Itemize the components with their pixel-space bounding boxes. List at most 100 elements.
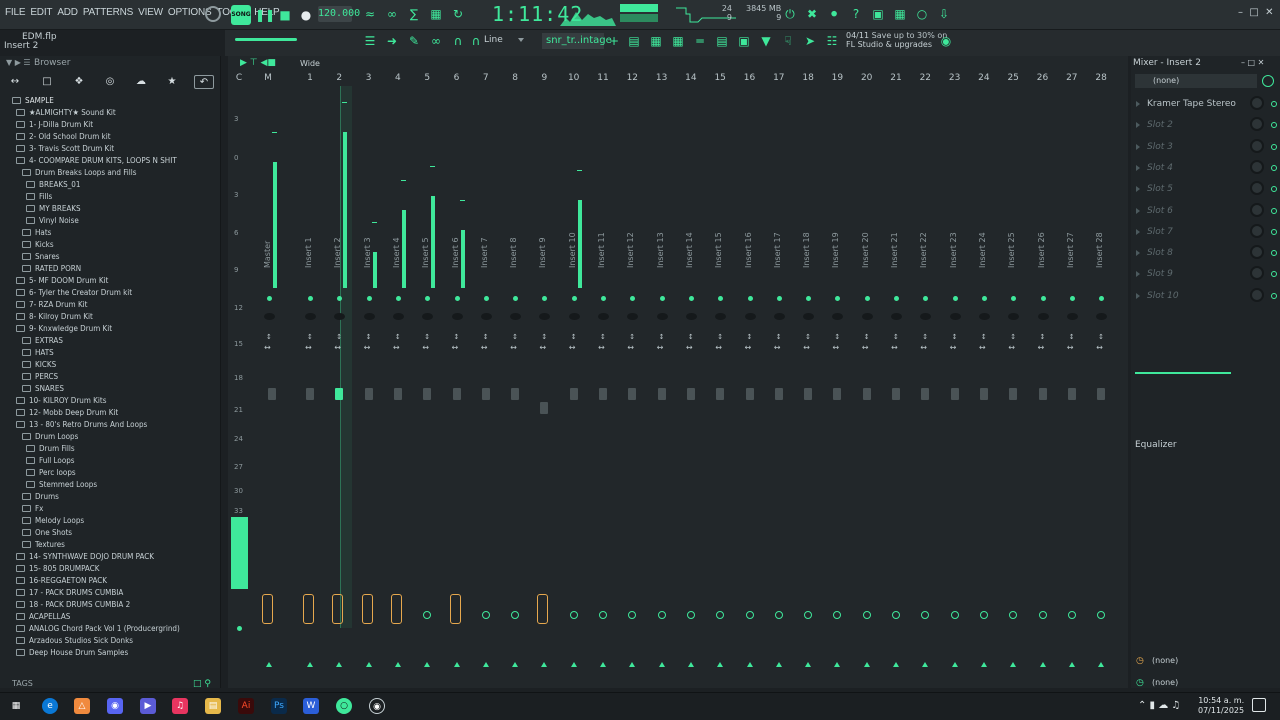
- windows-start-icon[interactable]: ▦: [8, 698, 24, 714]
- column-number[interactable]: 3: [361, 73, 377, 83]
- send-arrow-icon[interactable]: [834, 662, 841, 667]
- track-label[interactable]: Insert 28: [1095, 232, 1104, 268]
- output-bottom-select[interactable]: (none): [1152, 678, 1178, 687]
- phase-icon[interactable]: ↔: [510, 343, 517, 352]
- browser-item[interactable]: Drum Loops: [22, 431, 78, 443]
- column-number[interactable]: 12: [624, 73, 640, 83]
- menu-view[interactable]: VIEW: [138, 7, 163, 18]
- stereo-sep-icon[interactable]: ↕: [600, 333, 606, 341]
- channel-rack-icon[interactable]: ▦: [648, 33, 664, 49]
- volume-fader[interactable]: [481, 388, 490, 400]
- volume-fader[interactable]: [979, 388, 988, 400]
- pan-knob[interactable]: [744, 313, 756, 320]
- route-button[interactable]: [481, 611, 490, 619]
- track-label[interactable]: Insert 6: [451, 237, 460, 268]
- pan-knob[interactable]: [861, 313, 873, 320]
- send-arrow-icon[interactable]: [307, 662, 313, 667]
- column-number[interactable]: 7: [478, 73, 494, 83]
- pan-knob[interactable]: [598, 313, 609, 320]
- browser-item[interactable]: EXTRAS: [22, 335, 63, 347]
- menu-patterns[interactable]: PATTERNS: [83, 7, 133, 18]
- stereo-sep-icon[interactable]: ↕: [834, 333, 840, 341]
- column-number[interactable]: 10: [566, 73, 582, 83]
- track-label[interactable]: Insert 21: [890, 232, 899, 268]
- slot-enable-led[interactable]: [1271, 122, 1277, 129]
- stereo-sep-icon[interactable]: ↕: [454, 333, 460, 341]
- plugin-picker-icon[interactable]: ▼: [758, 33, 774, 49]
- phase-icon[interactable]: ↔: [364, 343, 371, 352]
- output-clock-icon[interactable]: ◷: [1136, 656, 1144, 666]
- browser-item[interactable]: Drum Fills: [26, 443, 75, 455]
- track-enable-led[interactable]: [747, 296, 753, 301]
- discord-icon[interactable]: ◉: [107, 698, 123, 714]
- fx-enable-button[interactable]: [332, 594, 344, 624]
- stereo-sep-icon[interactable]: ↕: [776, 333, 782, 341]
- route-button[interactable]: [657, 611, 666, 619]
- mixer-view-mode[interactable]: Wide: [300, 59, 320, 68]
- fx-enable-button[interactable]: [262, 594, 273, 624]
- send-arrow-icon[interactable]: [775, 662, 782, 667]
- slot-mix-knob[interactable]: [1250, 245, 1264, 260]
- browser-item[interactable]: 1- J-Dilla Drum Kit: [16, 119, 93, 131]
- phase-icon[interactable]: ↔: [452, 343, 459, 352]
- pan-knob[interactable]: [480, 313, 492, 320]
- track-label[interactable]: Insert 18: [802, 232, 811, 268]
- track-enable-led[interactable]: [366, 296, 372, 301]
- fl-logo-icon[interactable]: ◉: [938, 33, 954, 49]
- column-number[interactable]: 13: [654, 73, 670, 83]
- disk-icon[interactable]: ◎: [103, 75, 117, 89]
- stereo-sep-icon[interactable]: ↕: [659, 333, 665, 341]
- column-number[interactable]: M: [260, 73, 276, 83]
- phase-icon[interactable]: ↔: [862, 343, 869, 352]
- fx-enable-button[interactable]: [361, 594, 373, 624]
- music-icon[interactable]: ♫: [172, 698, 188, 714]
- track-label[interactable]: Insert 25: [1007, 232, 1016, 268]
- track-enable-led[interactable]: [395, 296, 401, 301]
- pan-knob[interactable]: [803, 313, 815, 320]
- system-tray-icons[interactable]: ⌃ ▮ ☁ ♫: [1138, 700, 1180, 711]
- track-label[interactable]: Insert 10: [568, 232, 577, 268]
- column-number[interactable]: 5: [419, 73, 435, 83]
- phase-icon[interactable]: ↔: [803, 343, 810, 352]
- master-route-led[interactable]: [237, 626, 242, 631]
- photoshop-icon[interactable]: Ps: [271, 698, 287, 714]
- chat-icon[interactable]: ○: [914, 6, 930, 22]
- stereo-sep-icon[interactable]: ↕: [266, 333, 272, 341]
- column-number[interactable]: 8: [507, 73, 523, 83]
- volume-fader[interactable]: [833, 388, 842, 400]
- browser-item[interactable]: Arzadous Studios Sick Donks: [16, 635, 133, 647]
- phase-icon[interactable]: ↔: [1096, 343, 1103, 352]
- slot-mix-knob[interactable]: [1250, 287, 1264, 302]
- send-arrow-icon[interactable]: [805, 662, 812, 667]
- phase-icon[interactable]: ↔: [686, 343, 693, 352]
- snap-dropdown-icon[interactable]: [518, 38, 524, 42]
- volume-fader[interactable]: [745, 388, 754, 400]
- menu-add[interactable]: ADD: [57, 7, 78, 18]
- route-button[interactable]: [569, 611, 578, 619]
- song-mode-toggle[interactable]: SONG: [231, 5, 251, 25]
- slot-mix-knob[interactable]: [1250, 202, 1264, 217]
- phase-icon[interactable]: ↔: [627, 343, 634, 352]
- phase-icon[interactable]: ↔: [745, 343, 752, 352]
- slot-mix-knob[interactable]: [1250, 138, 1264, 153]
- browser-item[interactable]: Snares: [22, 251, 60, 263]
- browser-item[interactable]: 2- Old School Drum kit: [16, 131, 111, 143]
- stereo-sep-icon[interactable]: ↕: [395, 333, 401, 341]
- send-arrow-icon[interactable]: [482, 662, 489, 667]
- notifications-icon[interactable]: [1252, 698, 1266, 712]
- fx-slot[interactable]: Slot 3: [1135, 137, 1280, 157]
- column-number[interactable]: 4: [390, 73, 406, 83]
- stereo-sep-icon[interactable]: ↕: [1010, 333, 1016, 341]
- slot-mix-knob[interactable]: [1250, 181, 1264, 196]
- track-label[interactable]: Insert 5: [421, 237, 430, 268]
- piano-icon[interactable]: ▦: [892, 6, 908, 22]
- track-label[interactable]: Insert 4: [392, 237, 401, 268]
- track-label[interactable]: Insert 9: [538, 237, 547, 268]
- phase-icon[interactable]: ↔: [264, 343, 271, 352]
- browser-item[interactable]: 14- SYNTHWAVE DOJO DRUM PACK: [16, 551, 154, 563]
- browser-item[interactable]: 5- MF DOOM Drum Kit: [16, 275, 108, 287]
- panic-icon[interactable]: ⏻: [782, 6, 798, 22]
- column-number[interactable]: 23: [947, 73, 963, 83]
- volume-fader[interactable]: [268, 388, 276, 400]
- slot-mix-knob[interactable]: [1250, 266, 1264, 281]
